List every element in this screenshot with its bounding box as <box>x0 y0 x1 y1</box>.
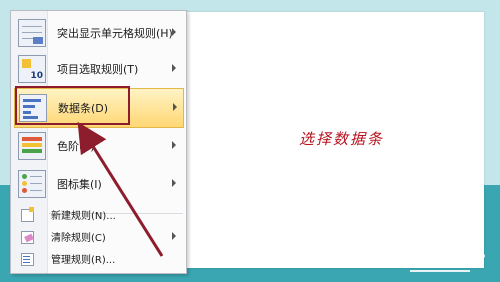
menu-item-manage-rules[interactable]: 管理规则(R)... <box>14 248 182 268</box>
icon-sets-icon <box>18 170 46 198</box>
menu-item-label: 清除规则(C) <box>51 232 106 244</box>
highlight-cells-rules-icon <box>18 19 46 47</box>
menu-item-new-rule[interactable]: 新建规则(N)... <box>14 204 182 224</box>
chevron-right-icon <box>172 179 176 187</box>
menu-item-color-scales[interactable]: 色阶(S) <box>14 127 182 165</box>
highlight-box <box>15 86 130 125</box>
new-rule-icon <box>20 207 34 222</box>
chevron-right-icon <box>172 64 176 72</box>
color-scales-icon <box>18 132 46 160</box>
menu-item-clear-rules[interactable]: 清除规则(C) <box>14 226 182 246</box>
menu-item-icon-sets[interactable]: 图标集(I) <box>14 165 182 203</box>
conditional-formatting-menu: 突出显示单元格规则(H) 10 项目选取规则(T) 数据条(D) 色阶(S) 图… <box>10 10 187 274</box>
chevron-right-icon <box>173 103 177 111</box>
top-bottom-rules-icon: 10 <box>18 55 46 83</box>
annotation-text: 选择数据条 <box>299 130 385 148</box>
menu-item-label: 新建规则(N)... <box>51 210 116 222</box>
menu-item-label: 色阶(S) <box>57 140 95 153</box>
menu-item-label: 管理规则(R)... <box>51 254 116 266</box>
menu-item-highlight-cells-rules[interactable]: 突出显示单元格规则(H) <box>14 14 182 52</box>
menu-item-label: 图标集(I) <box>57 178 102 191</box>
menu-item-top-bottom-rules[interactable]: 10 项目选取规则(T) <box>14 50 182 88</box>
clear-rules-icon <box>20 229 34 244</box>
menu-item-label: 突出显示单元格规则(H) <box>57 27 173 40</box>
chevron-right-icon <box>172 141 176 149</box>
manage-rules-icon <box>20 251 34 266</box>
chevron-right-icon <box>172 232 176 240</box>
chevron-right-icon <box>172 28 176 36</box>
menu-item-label: 项目选取规则(T) <box>57 63 139 76</box>
